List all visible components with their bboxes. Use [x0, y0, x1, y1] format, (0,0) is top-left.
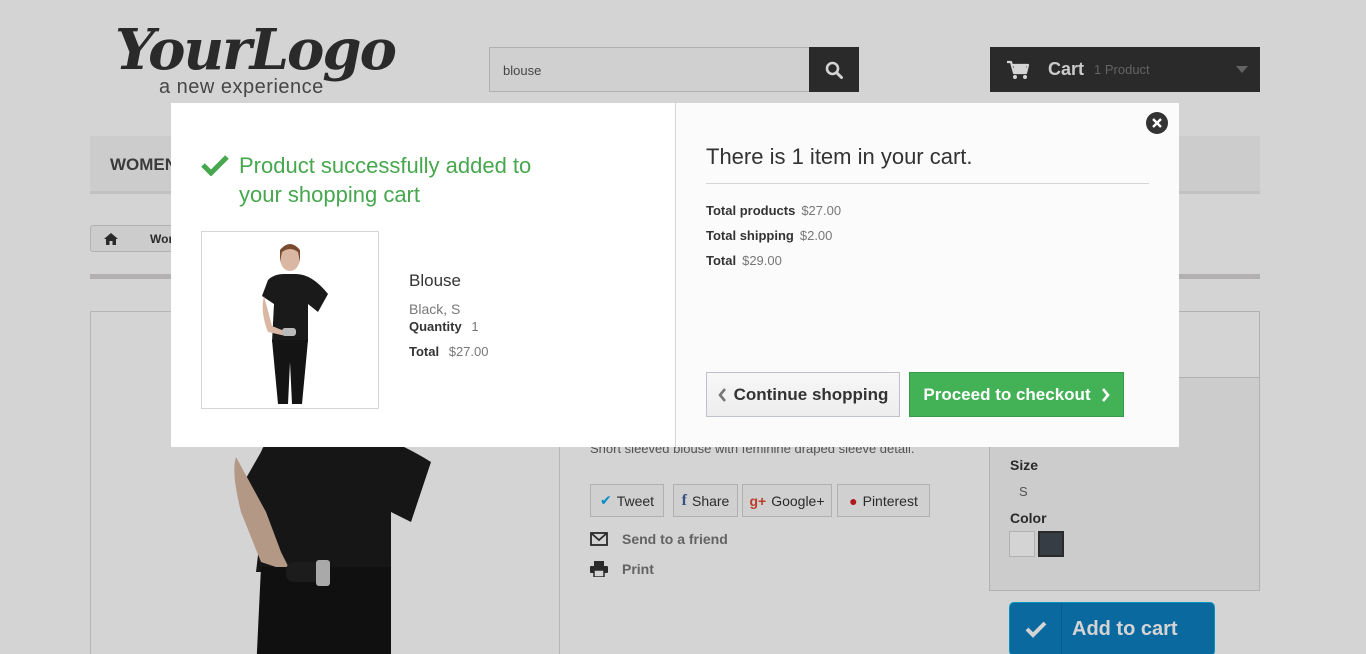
- total-shipping-label: Total shipping: [706, 228, 794, 243]
- chevron-right-icon: [1101, 387, 1110, 402]
- total-products-label: Total products: [706, 203, 796, 218]
- modal-product-total: Total $27.00: [409, 344, 488, 359]
- quantity-value: 1: [471, 319, 479, 334]
- success-text: Product successfully added to your shopp…: [239, 153, 532, 207]
- total-shipping-value: $2.00: [799, 228, 833, 243]
- product-total-label: Total: [409, 344, 440, 359]
- modal-product-quantity: Quantity 1: [409, 319, 479, 334]
- check-icon: [201, 155, 229, 176]
- modal-product-name: Blouse: [409, 271, 461, 290]
- cart-confirmation-modal: Product successfully added to your shopp…: [171, 103, 1179, 447]
- total-row: Total $29.00: [706, 253, 782, 268]
- total-products-value: $27.00: [801, 203, 842, 218]
- model-thumbnail: [262, 244, 328, 404]
- summary-divider: [706, 183, 1149, 184]
- total-shipping-row: Total shipping $2.00: [706, 228, 832, 243]
- modal-product-section: Product successfully added to your shopp…: [171, 103, 676, 447]
- total-label: Total: [706, 253, 737, 268]
- quantity-label: Quantity: [409, 319, 462, 334]
- success-message: Product successfully added to your shopp…: [201, 151, 561, 209]
- cart-summary-heading: There is 1 item in your cart.: [706, 144, 973, 169]
- continue-shopping-label: Continue shopping: [733, 384, 889, 404]
- close-icon: [1152, 118, 1162, 128]
- total-products-row: Total products $27.00: [706, 203, 841, 218]
- total-value: $29.00: [742, 253, 782, 268]
- modal-product-attributes: Black, S: [409, 301, 461, 317]
- proceed-to-checkout-button[interactable]: Proceed to checkout: [909, 372, 1124, 417]
- proceed-to-checkout-label: Proceed to checkout: [923, 384, 1091, 404]
- chevron-left-icon: [717, 387, 726, 402]
- modal-product-image: [201, 231, 379, 409]
- close-modal-button[interactable]: [1146, 112, 1168, 134]
- product-total-value: $27.00: [448, 344, 489, 359]
- continue-shopping-button[interactable]: Continue shopping: [706, 372, 900, 417]
- modal-cart-summary: There is 1 item in your cart. Total prod…: [676, 103, 1179, 447]
